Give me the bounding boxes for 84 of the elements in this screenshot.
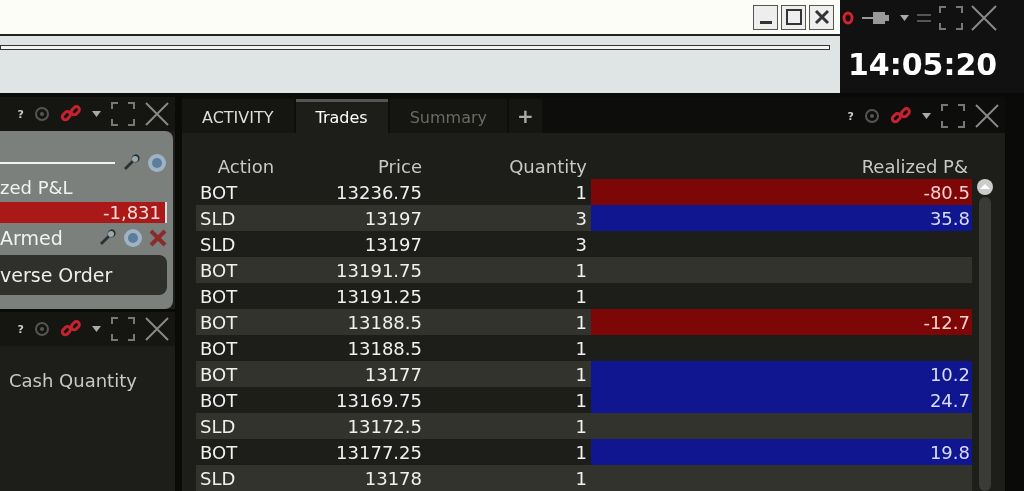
table-cell-text: 1 <box>574 285 588 307</box>
help-icon[interactable]: ? <box>17 107 24 121</box>
gear-icon[interactable] <box>34 106 50 122</box>
table-cell: 10.2 <box>591 361 972 387</box>
close-icon[interactable] <box>145 102 169 126</box>
close-icon[interactable] <box>971 5 997 31</box>
table-cell-text: 13191.25 <box>335 285 423 307</box>
table-cell-text: SLD <box>199 233 237 255</box>
table-cell-text: 13197 <box>363 207 423 229</box>
table-cell-text: 1 <box>574 337 588 359</box>
maximize-button[interactable] <box>781 4 806 30</box>
table-cell: 19.8 <box>591 439 972 465</box>
column-header[interactable]: Realized P& <box>591 155 972 177</box>
close-button[interactable] <box>809 4 834 30</box>
table-cell-text: BOT <box>199 285 239 307</box>
caret-icon[interactable] <box>922 113 931 119</box>
armed-label: Armed <box>0 227 64 249</box>
table-cell-text: BOT <box>199 337 239 359</box>
caret-icon[interactable] <box>92 111 101 117</box>
table-cell-text: SLD <box>199 467 237 489</box>
menu-icon[interactable] <box>917 14 931 22</box>
scroll-up-icon[interactable] <box>977 179 993 195</box>
ring-icon <box>842 11 854 25</box>
close-icon[interactable] <box>975 104 999 128</box>
table-cell-text: 3 <box>574 233 588 255</box>
reverse-order-button[interactable]: verse Order <box>0 255 167 295</box>
table-cell: -12.7 <box>591 309 972 335</box>
table-cell-text: BOT <box>199 441 239 463</box>
tab[interactable]: Trades <box>295 99 388 133</box>
column-header[interactable]: Quantity <box>426 155 591 177</box>
column-header[interactable]: Action <box>196 155 296 177</box>
table-cell-text: 3 <box>574 207 588 229</box>
table-cell-text: 13191.75 <box>335 259 423 281</box>
tab[interactable]: ACTIVITY <box>182 99 294 133</box>
table-cell-text: 1 <box>574 311 588 333</box>
table-cell-text: BOT <box>199 181 239 203</box>
column-header[interactable]: Price <box>296 155 426 177</box>
table-cell-text: BOT <box>199 311 239 333</box>
table-cell-text: 13236.75 <box>335 181 423 203</box>
table-cell-text: 13177.25 <box>335 441 423 463</box>
table-cell-text: 1 <box>574 259 588 281</box>
table-cell-text: 1 <box>574 467 588 489</box>
minimize-button[interactable] <box>753 4 778 30</box>
table-cell-text: 1 <box>574 441 588 463</box>
square-icon <box>785 9 802 25</box>
table-cell-text: 1 <box>574 181 588 203</box>
maximize-icon[interactable] <box>941 104 965 128</box>
table-cell-text: 13188.5 <box>346 311 423 333</box>
close-icon <box>813 9 830 25</box>
table-cell-text: BOT <box>199 363 239 385</box>
table-cell-text: 1 <box>574 415 588 437</box>
gear-icon[interactable] <box>34 321 50 337</box>
scrollbar[interactable] <box>979 197 991 491</box>
cash-quantity-label: Cash Quantity <box>8 369 138 391</box>
table-cell-text: 1 <box>574 363 588 385</box>
table-cell-text: BOT <box>199 259 239 281</box>
minimize-icon <box>759 20 772 24</box>
table-cell-text: SLD <box>199 415 237 437</box>
table-cell: 24.7 <box>591 387 972 413</box>
table-cell: -80.5 <box>591 179 972 205</box>
maximize-icon[interactable] <box>111 102 135 126</box>
table-cell-text: 13169.75 <box>335 389 423 411</box>
maximize-icon[interactable] <box>111 317 135 341</box>
table-cell-text: SLD <box>199 207 237 229</box>
table-cell-text: BOT <box>199 389 239 411</box>
table-cell-text: 13177 <box>363 363 423 385</box>
close-icon[interactable] <box>145 317 169 341</box>
clock: 14:05:20 <box>847 46 999 84</box>
pnl-label: zed P&L <box>0 177 74 198</box>
help-icon[interactable]: ? <box>17 322 24 336</box>
caret-icon[interactable] <box>900 15 909 21</box>
maximize-icon[interactable] <box>939 6 963 30</box>
help-icon[interactable]: ? <box>847 109 854 123</box>
pnl-value: -1,831 <box>0 202 167 223</box>
table-cell-text: 13172.5 <box>346 415 423 437</box>
gear-icon[interactable] <box>864 108 880 124</box>
add-tab-button[interactable]: + <box>509 99 542 133</box>
table-cell: 35.8 <box>591 205 972 231</box>
pin-icon[interactable] <box>862 11 892 25</box>
table-cell-text: 13178 <box>363 467 423 489</box>
table-cell-text: 1 <box>574 389 588 411</box>
table-cell-text: 13188.5 <box>346 337 423 359</box>
caret-icon[interactable] <box>92 326 101 332</box>
table-cell-text: 13197 <box>363 233 423 255</box>
